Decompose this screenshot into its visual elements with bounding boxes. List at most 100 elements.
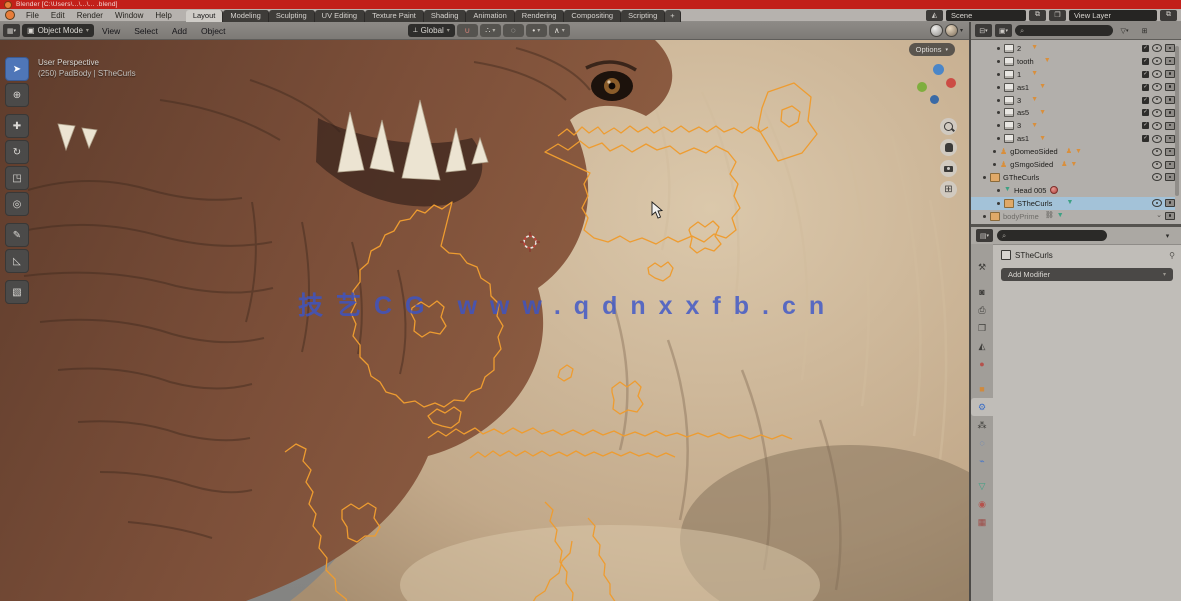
orientation-dropdown[interactable]: ⟂ Global▾ [408,24,455,37]
solid-shading-icon[interactable] [930,24,943,37]
selectable-checkbox-icon[interactable]: ✓ [1142,45,1149,52]
physics-tab-icon[interactable]: ◌ [971,434,993,452]
navigation-gizmo[interactable] [915,62,959,106]
outliner-scrollbar[interactable] [1175,46,1179,196]
tab-scripting[interactable]: Scripting [621,10,665,22]
render-camera-icon[interactable] [1165,96,1175,104]
mode-dropdown[interactable]: ▣ Object Mode ▾ [22,24,94,37]
visibility-eye-icon[interactable] [1152,161,1162,169]
selectable-checkbox-icon[interactable]: ✓ [1142,84,1149,91]
new-collection-icon[interactable]: ⊞ [1136,24,1153,37]
annotate-tool[interactable]: ✎ [5,223,29,247]
measure-tool[interactable]: ◺ [5,249,29,273]
selectable-checkbox-icon[interactable]: ✓ [1142,122,1149,129]
rotate-tool[interactable]: ↻ [5,140,29,164]
editor-type-icon[interactable]: ▦▾ [3,24,20,37]
outliner-row[interactable]: GTheCurls [971,171,1175,184]
x-axis-handle[interactable] [946,78,956,88]
render-camera-icon[interactable] [1165,135,1175,143]
tab-shading[interactable]: Shading [424,10,467,22]
scene-selector[interactable]: Scene [946,10,1026,21]
render-camera-icon[interactable] [1165,83,1175,91]
render-camera-icon[interactable] [1165,212,1175,220]
selectable-checkbox-icon[interactable]: ✓ [1142,97,1149,104]
menu-add[interactable]: Add [166,26,193,36]
options-dropdown[interactable]: Options▾ [909,43,955,56]
render-camera-icon[interactable] [1165,122,1175,130]
outliner-panel[interactable]: 2 ▼ ✓ tooth ▼ ✓ 1 ▼ ✓ as1 [971,40,1181,224]
outliner-display-dropdown[interactable]: ⊟▾ [975,24,992,37]
menu-render[interactable]: Render [71,9,109,22]
cursor-tool[interactable]: ⊕ [5,83,29,107]
visibility-eye-icon[interactable] [1152,70,1162,78]
hidden-eye-icon[interactable]: ⌄ [1156,213,1162,219]
render-camera-icon[interactable] [1165,148,1175,156]
new-view-layer-icon[interactable]: ⧉ [1160,10,1177,21]
outliner-row[interactable]: ♟ gSmgoSided ♟ ▼ [971,158,1175,171]
visibility-eye-icon[interactable] [1152,122,1162,130]
3d-viewport[interactable]: ➤ ⊕ ✚ ↻ ◳ ◎ ✎ ◺ ▧ User Perspective (250)… [0,40,969,601]
add-cube-tool[interactable]: ▧ [5,280,29,304]
render-camera-icon[interactable] [1165,199,1175,207]
zoom-button[interactable] [940,118,957,135]
outliner-row[interactable]: bodyPrime ⛓ ▼ ⌄ [971,210,1175,223]
tab-sculpting[interactable]: Sculpting [269,10,315,22]
menu-edit[interactable]: Edit [45,9,71,22]
selectable-checkbox-icon[interactable]: ✓ [1142,109,1149,116]
move-tool[interactable]: ✚ [5,114,29,138]
render-camera-icon[interactable] [1165,173,1175,181]
y-axis-handle[interactable] [917,82,927,92]
render-camera-icon[interactable] [1165,70,1175,78]
menu-window[interactable]: Window [109,9,149,22]
modifiers-tab-icon[interactable]: ⚙ [971,398,993,416]
outliner-row[interactable]: tooth ▼ ✓ [971,55,1175,68]
menu-view[interactable]: View [96,26,126,36]
pan-button[interactable] [940,139,957,156]
tab-animation[interactable]: Animation [466,10,514,22]
tab-uv-editing[interactable]: UV Editing [315,10,365,22]
properties-editor-icon[interactable]: ▤▾ [976,229,993,242]
falloff-curve-dropdown[interactable]: ∧▾ [549,24,570,37]
perspective-toggle-button[interactable]: ⊞ [940,181,957,198]
new-scene-icon[interactable]: ⧉ [1029,10,1046,21]
tab-texture-paint[interactable]: Texture Paint [365,10,424,22]
add-modifier-button[interactable]: Add Modifier▾ [1001,268,1173,281]
outliner-filter-icon[interactable]: ▣▾ [995,24,1012,37]
render-tab-icon[interactable]: ◙ [971,283,993,301]
render-camera-icon[interactable] [1165,44,1175,52]
visibility-eye-icon[interactable] [1152,96,1162,104]
snap-settings-dropdown[interactable]: ∴▾ [480,24,501,37]
texture-tab-icon[interactable]: ▦ [971,513,993,531]
blender-menu-icon[interactable] [5,10,15,20]
selectable-checkbox-icon[interactable]: ✓ [1142,58,1149,65]
outliner-row[interactable]: as5 ▼ ✓ [971,107,1175,120]
properties-options-icon[interactable]: ▾ [1159,229,1176,242]
view-layer-icon[interactable]: ❐ [1049,10,1066,21]
render-camera-icon[interactable] [1165,109,1175,117]
proportional-falloff-dropdown[interactable]: •▾ [526,24,547,37]
object-tab-icon[interactable]: ■ [971,380,993,398]
outliner-row[interactable]: 1 ▼ ✓ [971,68,1175,81]
z-axis-handle[interactable] [933,64,944,75]
funnel-filter-icon[interactable]: ▽▾ [1116,24,1133,37]
proportional-editing-icon[interactable]: ◌ [503,24,524,37]
visibility-eye-icon[interactable] [1152,148,1162,156]
particles-tab-icon[interactable]: ⁂ [971,416,993,434]
render-camera-icon[interactable] [1165,57,1175,65]
outliner-row[interactable]: as1 ▼ ✓ [971,81,1175,94]
menu-select[interactable]: Select [128,26,164,36]
add-workspace-button[interactable]: + [665,10,680,22]
outliner-row[interactable]: 3 ▼ ✓ [971,94,1175,107]
constraints-tab-icon[interactable]: ⌁ [971,452,993,470]
outliner-row-selected[interactable]: STheCurls ▼ [971,197,1175,210]
z-neg-handle[interactable] [930,95,939,104]
visibility-eye-icon[interactable] [1152,44,1162,52]
pin-icon[interactable]: ⚲ [1169,251,1175,260]
transform-tool[interactable]: ◎ [5,192,29,216]
material-preview-icon[interactable] [945,24,958,37]
visibility-eye-icon[interactable] [1152,199,1162,207]
outliner-row[interactable]: ♟ gDomeoSided ♟ ▼ [971,145,1175,158]
tab-layout[interactable]: Layout [186,10,224,22]
outliner-row[interactable]: 2 ▼ ✓ [971,42,1175,55]
world-tab-icon[interactable]: ● [971,355,993,373]
